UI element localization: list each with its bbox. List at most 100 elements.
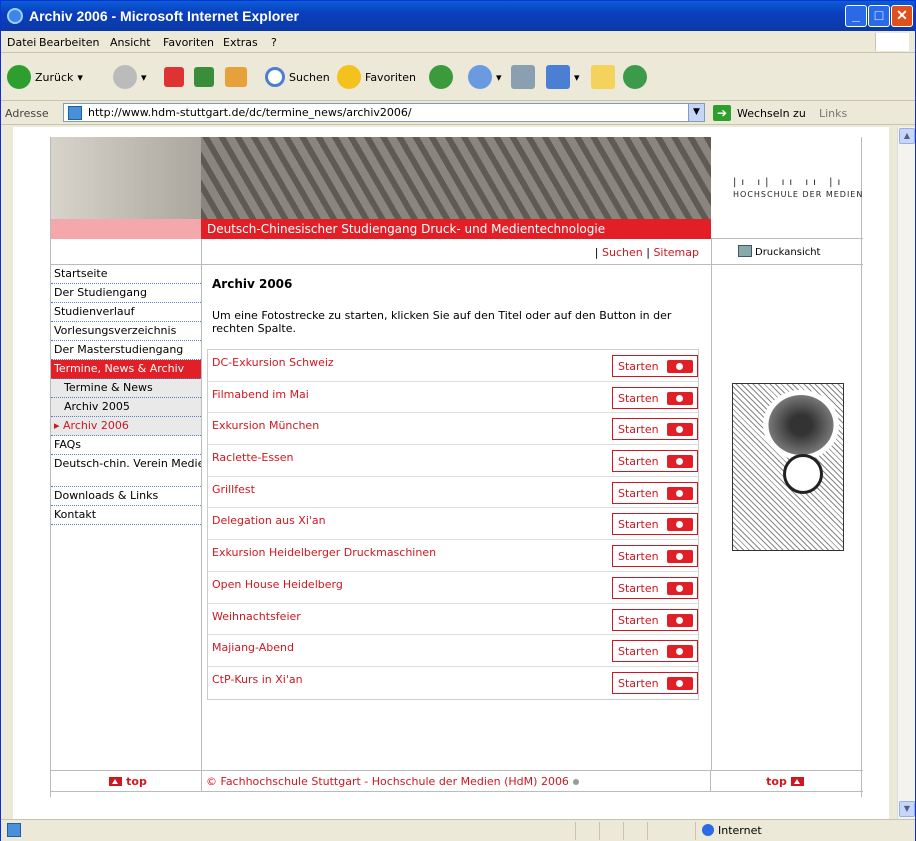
sidebar-item-faqs[interactable]: FAQs	[51, 436, 201, 455]
start-slideshow-button[interactable]: Starten	[612, 545, 698, 568]
start-slideshow-button[interactable]: Starten	[612, 450, 698, 473]
search-link[interactable]: Suchen	[602, 246, 643, 259]
title-bar: Archiv 2006 - Microsoft Internet Explore…	[1, 1, 915, 31]
camera-icon	[667, 391, 693, 405]
sidebar-item-kontakt[interactable]: Kontakt	[51, 506, 201, 525]
list-item: Majiang-Abend Starten	[208, 635, 698, 667]
messenger-button[interactable]	[623, 61, 647, 93]
event-title-link[interactable]: CtP-Kurs in Xi'an	[212, 673, 303, 686]
start-slideshow-button[interactable]: Starten	[612, 418, 698, 441]
print-view-link[interactable]: Druckansicht	[711, 239, 863, 265]
sidebar-item-studiengang[interactable]: Der Studiengang	[51, 284, 201, 303]
sidebar-item-termine-news[interactable]: Termine & News	[51, 379, 201, 398]
menu-datei[interactable]: Datei	[7, 36, 36, 49]
list-item: Weihnachtsfeier Starten	[208, 604, 698, 636]
print-button[interactable]	[511, 61, 535, 93]
history-icon	[429, 65, 453, 89]
logo-text: HOCHSCHULE DER MEDIEN	[733, 190, 864, 199]
start-slideshow-button[interactable]: Starten	[612, 576, 698, 599]
event-title-link[interactable]: Majiang-Abend	[212, 641, 294, 654]
start-slideshow-button[interactable]: Starten	[612, 671, 698, 694]
event-title-link[interactable]: Open House Heidelberg	[212, 578, 343, 591]
mail-button[interactable]: ▾	[468, 61, 502, 93]
back-button[interactable]: Zurück ▾	[7, 61, 83, 93]
hdm-logo[interactable]: |ı ı| ıı ıı |ı HOCHSCHULE DER MEDIEN	[711, 137, 863, 239]
page-footer: top © Fachhochschule Stuttgart - Hochsch…	[51, 770, 863, 792]
copyright-link[interactable]: © Fachhochschule Stuttgart - Hochschule …	[201, 771, 711, 791]
status-bar: Internet	[1, 819, 915, 841]
links-toolbar[interactable]: Links	[819, 107, 847, 120]
start-slideshow-button[interactable]: Starten	[612, 640, 698, 663]
address-url: http://www.hdm-stuttgart.de/dc/termine_n…	[88, 106, 412, 119]
favorites-button[interactable]: Favoriten	[337, 61, 416, 93]
sidebar-item-studienverlauf[interactable]: Studienverlauf	[51, 303, 201, 322]
start-slideshow-button[interactable]: Starten	[612, 355, 698, 377]
address-dropdown-icon[interactable]: ▼	[688, 104, 704, 121]
event-title-link[interactable]: Raclette-Essen	[212, 451, 294, 464]
close-button[interactable]: ✕	[891, 5, 913, 27]
history-button[interactable]	[429, 61, 453, 93]
menu-ansicht[interactable]: Ansicht	[110, 36, 151, 49]
start-slideshow-button[interactable]: Starten	[612, 386, 698, 409]
page: Deutsch-Chinesischer Studiengang Druck- …	[50, 137, 863, 797]
page-status-icon	[7, 823, 21, 837]
start-slideshow-button[interactable]: Starten	[612, 481, 698, 504]
banner-strip-left	[51, 219, 201, 239]
woodcut-illustration	[732, 383, 844, 551]
camera-icon	[667, 423, 693, 437]
vertical-scrollbar[interactable]: ▲ ▼	[897, 127, 915, 819]
event-title-link[interactable]: Filmabend im Mai	[212, 388, 309, 401]
menu-bearbeiten[interactable]: Bearbeiten	[39, 36, 99, 49]
scroll-up-icon[interactable]: ▲	[899, 128, 915, 144]
search-button[interactable]: Suchen	[265, 61, 330, 93]
refresh-button[interactable]	[194, 61, 214, 93]
camera-icon	[667, 550, 693, 564]
start-slideshow-button[interactable]: Starten	[612, 513, 698, 536]
header-banner: Deutsch-Chinesischer Studiengang Druck- …	[51, 137, 711, 239]
top-navigation: | Suchen | Sitemap	[201, 239, 711, 265]
start-slideshow-button[interactable]: Starten	[612, 608, 698, 631]
address-input[interactable]: http://www.hdm-stuttgart.de/dc/termine_n…	[63, 103, 705, 122]
sidebar-item-startseite[interactable]: Startseite	[51, 265, 201, 284]
printer-icon	[738, 245, 752, 257]
maximize-button[interactable]: □	[868, 5, 890, 27]
menu-help[interactable]: ?	[271, 36, 277, 49]
sidebar-item-downloads-links[interactable]: Downloads & Links	[51, 487, 201, 506]
home-button[interactable]	[225, 61, 247, 93]
menu-favoriten[interactable]: Favoriten	[163, 36, 214, 49]
sidebar-item-archiv-2005[interactable]: Archiv 2005	[51, 398, 201, 417]
event-title-link[interactable]: Exkursion Heidelberger Druckmaschinen	[212, 546, 436, 559]
scroll-down-icon[interactable]: ▼	[899, 801, 915, 817]
go-button[interactable]: ➔ Wechseln zu	[713, 105, 806, 121]
minimize-button[interactable]: _	[845, 5, 867, 27]
event-title-link[interactable]: Exkursion München	[212, 419, 319, 432]
menu-bar: Datei Bearbeiten Ansicht Favoriten Extra…	[1, 31, 915, 53]
stop-button[interactable]	[164, 61, 184, 93]
sidebar-item-vorlesungsverzeichnis[interactable]: Vorlesungsverzeichnis	[51, 322, 201, 341]
list-item: DC-Exkursion Schweiz Starten	[208, 350, 698, 382]
event-title-link[interactable]: DC-Exkursion Schweiz	[212, 356, 334, 369]
browser-window: Archiv 2006 - Microsoft Internet Explore…	[0, 0, 916, 841]
banner-title: Deutsch-Chinesischer Studiengang Druck- …	[201, 219, 711, 239]
event-title-link[interactable]: Grillfest	[212, 483, 255, 496]
sidebar-item-termine-news-archiv[interactable]: Termine, News & Archiv	[51, 360, 201, 379]
sidebar-item-masterstudiengang[interactable]: Der Masterstudiengang	[51, 341, 201, 360]
event-title-link[interactable]: Delegation aus Xi'an	[212, 514, 326, 527]
event-list: DC-Exkursion Schweiz Starten Filmabend im…	[207, 349, 699, 700]
main-content: Archiv 2006 Um eine Fotostrecke zu start…	[201, 265, 711, 770]
forward-button[interactable]: ▾	[113, 61, 147, 93]
back-to-top-link-right[interactable]: top	[711, 771, 863, 791]
list-item: Grillfest Starten	[208, 477, 698, 509]
sidebar-item-archiv-2006[interactable]: ▸ Archiv 2006	[51, 417, 201, 436]
event-title-link[interactable]: Weihnachtsfeier	[212, 610, 301, 623]
forward-arrow-icon	[113, 65, 137, 89]
menu-extras[interactable]: Extras	[223, 36, 258, 49]
sidebar-item-verein[interactable]: Deutsch-chin. Verein Medientechnologie	[51, 455, 201, 487]
edit-button[interactable]: ▾	[546, 61, 580, 93]
list-item: Raclette-Essen Starten	[208, 445, 698, 477]
back-to-top-link-left[interactable]: top	[51, 771, 201, 791]
sitemap-link[interactable]: Sitemap	[653, 246, 699, 259]
home-icon	[225, 67, 247, 87]
camera-icon	[667, 360, 693, 373]
notes-button[interactable]	[591, 61, 615, 93]
